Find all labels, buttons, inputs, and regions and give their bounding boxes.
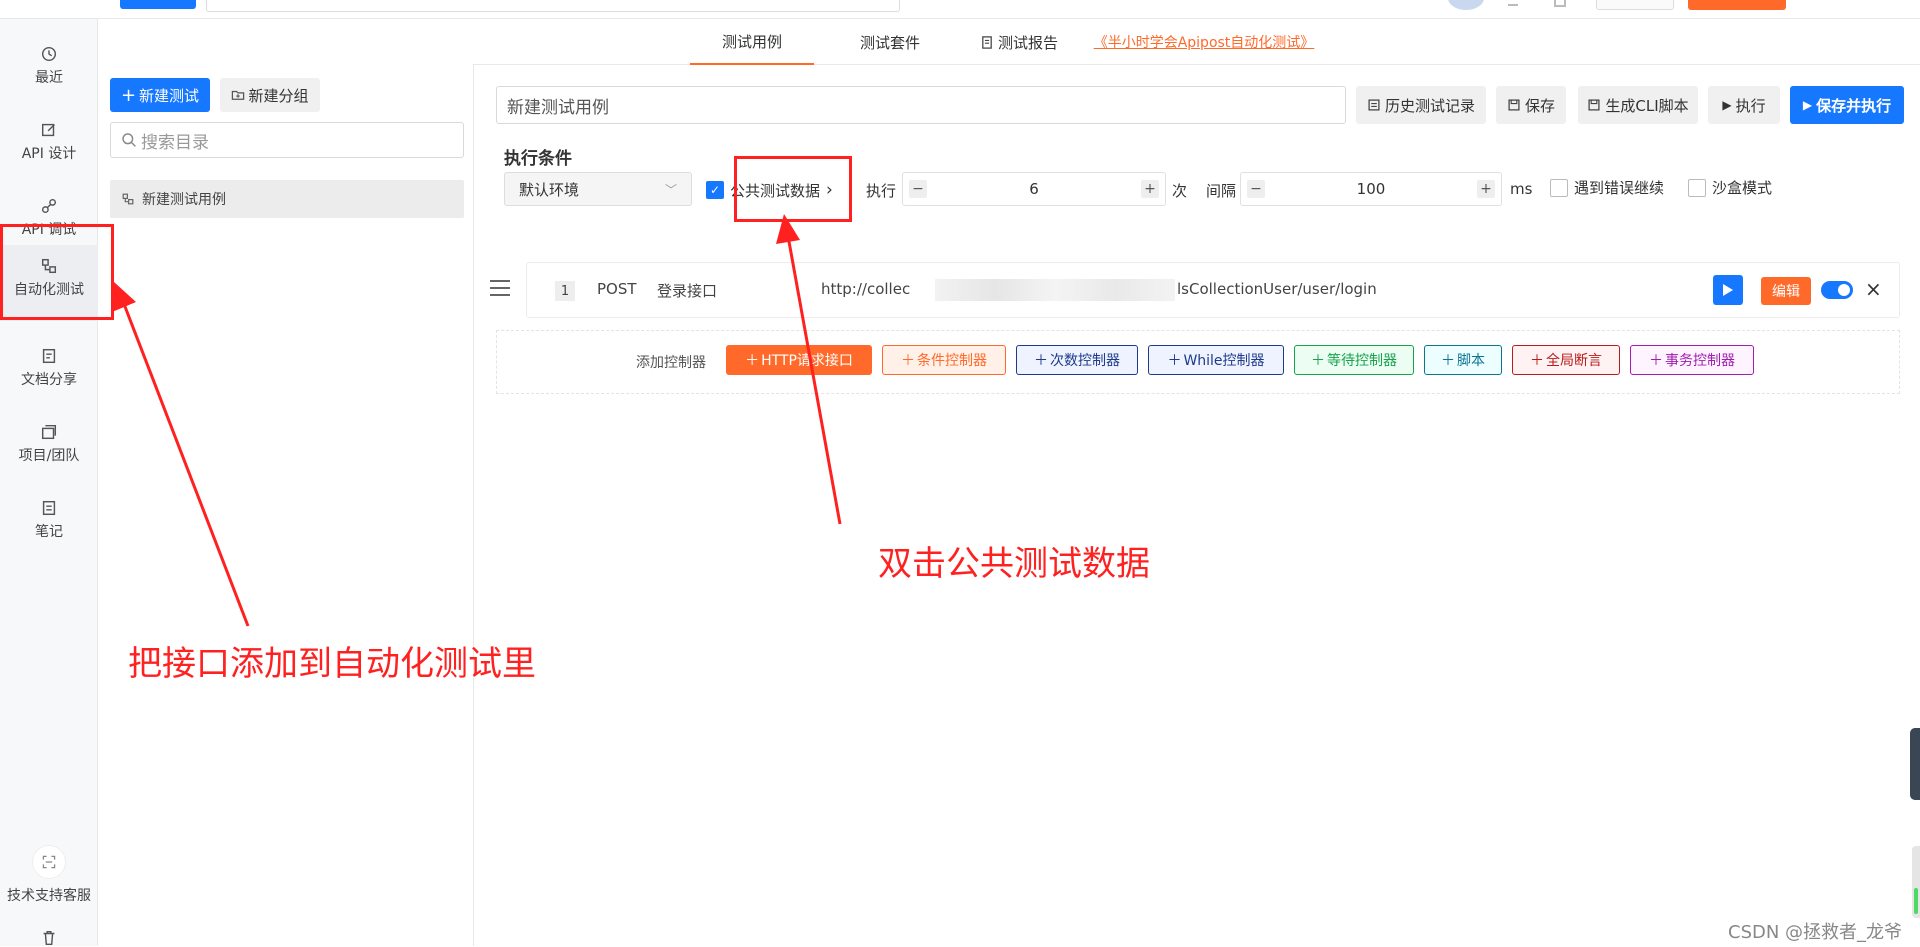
watermark: CSDN @拯救者_龙爷: [1728, 922, 1903, 943]
annotation-right: 双击公共测试数据: [878, 544, 1150, 584]
side-scroll-indicator[interactable]: [1912, 846, 1920, 918]
side-widget[interactable]: [1910, 728, 1920, 800]
annotation-arrows: [112, 214, 842, 627]
annotation-left: 把接口添加到自动化测试里: [128, 644, 536, 684]
